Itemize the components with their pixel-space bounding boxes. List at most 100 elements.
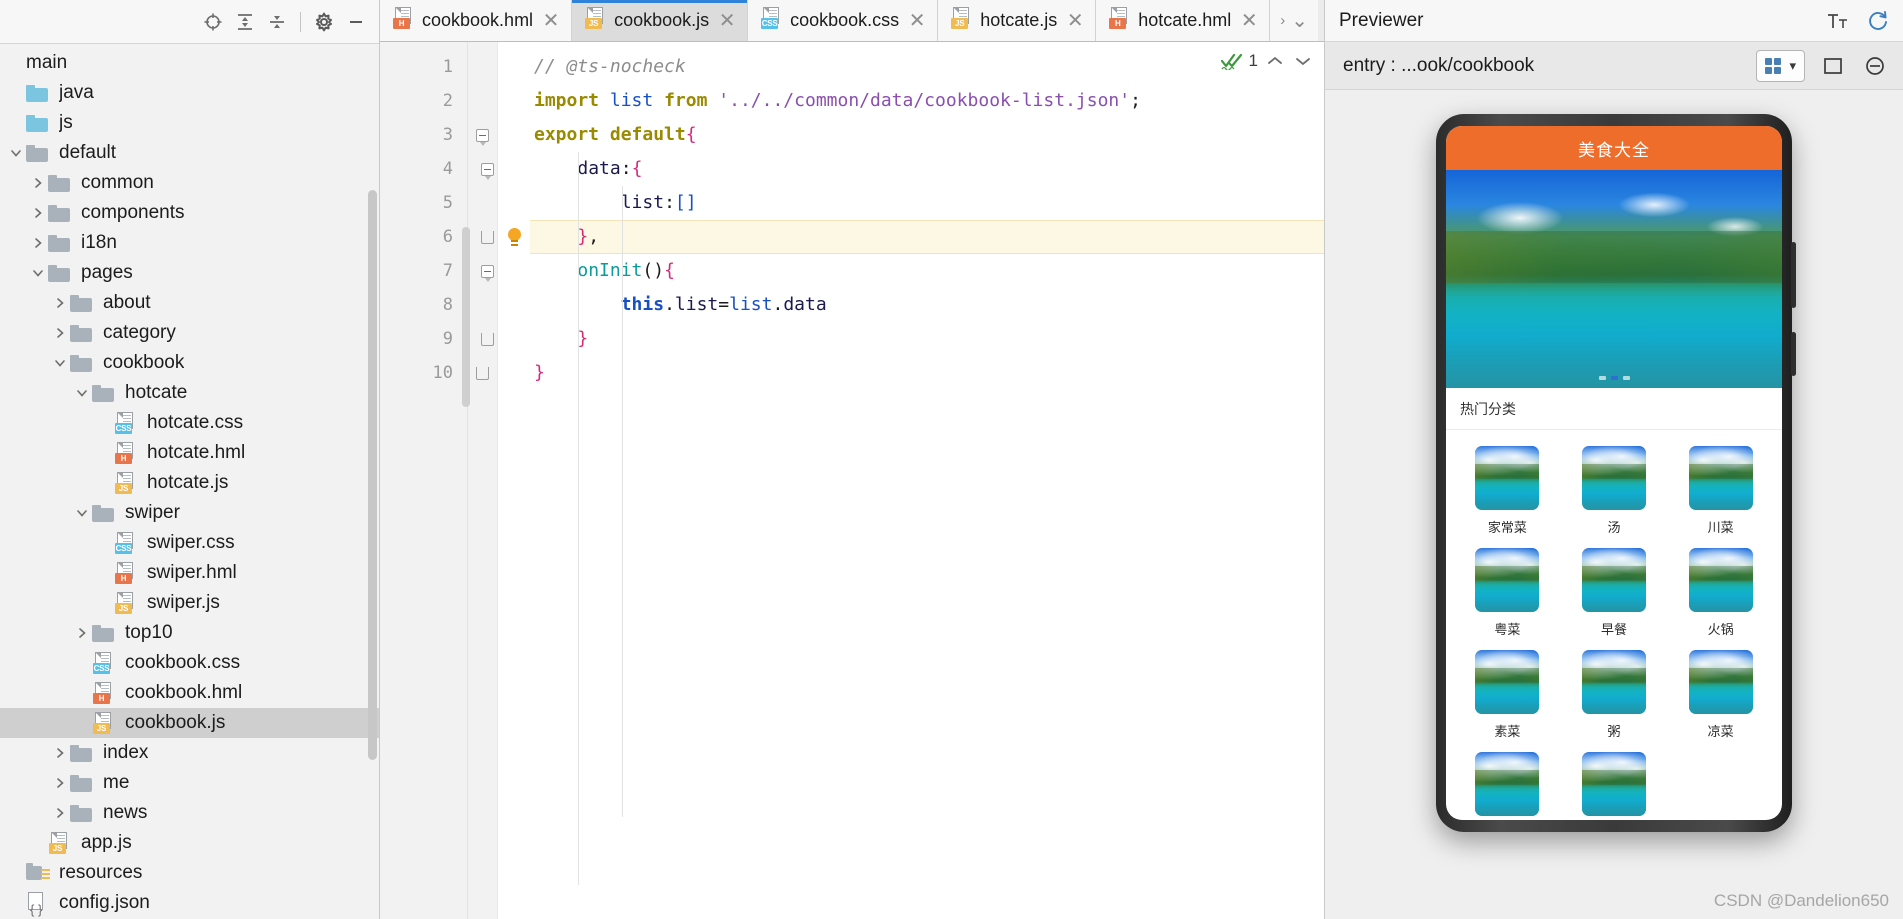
tree-item-cookbook-css[interactable]: CSS cookbook.css xyxy=(0,648,379,678)
code-line[interactable]: this.list=list.data xyxy=(530,288,1324,322)
tab-close-icon[interactable]: ✕ xyxy=(907,11,927,31)
tree-item-pages[interactable]: pages xyxy=(0,258,379,288)
category-item[interactable]: 凉菜 xyxy=(1667,644,1774,744)
tree-item-hotcate-hml[interactable]: Hhotcate.hml xyxy=(0,438,379,468)
tab-close-icon[interactable]: ✕ xyxy=(541,11,561,31)
code-folding-gutter[interactable] xyxy=(468,42,498,919)
tree-item-swiper[interactable]: swiper xyxy=(0,498,379,528)
tree-item-java[interactable]: java xyxy=(0,78,379,108)
chevron-down-icon[interactable] xyxy=(28,258,48,288)
tree-item-hotcate-js[interactable]: JS hotcate.js xyxy=(0,468,379,498)
fold-toggle-icon[interactable] xyxy=(481,264,494,282)
inspection-next-button[interactable] xyxy=(1292,50,1314,72)
category-item[interactable]: 汤 xyxy=(1561,440,1668,540)
code-line[interactable]: onInit(){ xyxy=(530,254,1324,288)
minimize-icon[interactable] xyxy=(341,7,371,37)
tree-item-main[interactable]: main xyxy=(0,48,379,78)
category-item[interactable]: 川菜 xyxy=(1667,440,1774,540)
fold-end-icon[interactable] xyxy=(476,366,489,380)
editor-tab-cookbook-css[interactable]: CSS cookbook.css ✕ xyxy=(748,0,939,41)
code-line[interactable]: import list from '../../common/data/cook… xyxy=(530,84,1324,118)
tree-item-cookbook-js[interactable]: JS cookbook.js xyxy=(0,708,379,738)
chevron-right-icon[interactable] xyxy=(28,198,48,228)
chevron-down-icon[interactable] xyxy=(6,138,26,168)
fold-end-icon[interactable] xyxy=(481,332,494,346)
chevron-down-icon[interactable] xyxy=(50,348,70,378)
chevron-down-icon[interactable]: ▾ xyxy=(1789,58,1796,74)
code-line[interactable]: } xyxy=(530,322,1324,356)
tree-item-js[interactable]: js xyxy=(0,108,379,138)
banner-swiper[interactable] xyxy=(1446,170,1782,388)
lightbulb-icon[interactable] xyxy=(507,227,522,247)
editor-scrollbar[interactable] xyxy=(462,227,470,407)
code-editor[interactable]: 1 2 3 4 5 6 7 8 9 10 // @ts-nocheck import list fr… xyxy=(380,42,1324,919)
inspection-prev-button[interactable] xyxy=(1264,50,1286,72)
chevron-right-icon[interactable] xyxy=(72,618,92,648)
code-line[interactable]: data:{ xyxy=(530,152,1324,186)
tab-overflow-chevron[interactable]: › xyxy=(1280,12,1285,29)
category-grid[interactable]: 家常菜 汤 川菜 粤菜 早餐 火锅 素菜 粥 凉菜 xyxy=(1446,430,1782,820)
gear-icon[interactable] xyxy=(309,7,339,37)
font-size-icon[interactable] xyxy=(1825,8,1851,34)
fit-screen-icon[interactable] xyxy=(1819,52,1847,80)
chevron-right-icon[interactable] xyxy=(50,288,70,318)
tab-close-icon[interactable]: ✕ xyxy=(1239,11,1259,31)
project-tree[interactable]: main java js default common components i18n pag… xyxy=(0,44,379,919)
tree-item-news[interactable]: news xyxy=(0,798,379,828)
chevron-right-icon[interactable] xyxy=(50,738,70,768)
category-item[interactable]: 家常菜 xyxy=(1454,440,1561,540)
intention-bulb-gutter[interactable] xyxy=(498,42,530,919)
editor-tab-cookbook-js[interactable]: JS cookbook.js ✕ xyxy=(572,0,749,41)
tree-item-me[interactable]: me xyxy=(0,768,379,798)
code-line[interactable]: export default{ xyxy=(530,118,1324,152)
refresh-icon[interactable] xyxy=(1865,8,1891,34)
swiper-dot[interactable] xyxy=(1622,376,1630,380)
chevron-down-icon[interactable] xyxy=(72,498,92,528)
tree-item-i18n[interactable]: i18n xyxy=(0,228,379,258)
category-item[interactable]: 早餐 xyxy=(1561,542,1668,642)
tree-item-cookbook[interactable]: cookbook xyxy=(0,348,379,378)
tree-item-cookbook-hml[interactable]: Hcookbook.hml xyxy=(0,678,379,708)
tree-item-about[interactable]: about xyxy=(0,288,379,318)
category-item[interactable] xyxy=(1454,746,1561,820)
fold-toggle-icon[interactable] xyxy=(481,162,494,180)
tab-list-dropdown-icon[interactable]: ⌄ xyxy=(1291,8,1308,33)
tree-item-resources[interactable]: resources xyxy=(0,858,379,888)
fold-end-icon[interactable] xyxy=(481,230,494,244)
code-line[interactable]: } xyxy=(530,356,1324,390)
chevron-right-icon[interactable] xyxy=(50,798,70,828)
category-item[interactable]: 粥 xyxy=(1561,644,1668,744)
category-item[interactable]: 素菜 xyxy=(1454,644,1561,744)
tree-item-swiper-js[interactable]: JS swiper.js xyxy=(0,588,379,618)
tree-scrollbar[interactable] xyxy=(368,190,377,760)
swiper-indicator[interactable] xyxy=(1446,376,1782,380)
swiper-dot[interactable] xyxy=(1598,376,1606,380)
tree-item-top10[interactable]: top10 xyxy=(0,618,379,648)
chevron-right-icon[interactable] xyxy=(28,228,48,258)
locate-icon[interactable] xyxy=(198,7,228,37)
tree-item-category[interactable]: category xyxy=(0,318,379,348)
category-item[interactable]: 火锅 xyxy=(1667,542,1774,642)
tab-overflow-controls[interactable]: › ⌄ xyxy=(1270,0,1319,41)
tree-item-swiper-hml[interactable]: Hswiper.hml xyxy=(0,558,379,588)
tree-item-common[interactable]: common xyxy=(0,168,379,198)
chevron-right-icon[interactable] xyxy=(50,318,70,348)
device-select[interactable]: ▾ xyxy=(1756,49,1805,82)
editor-tab-hotcate-hml[interactable]: Hhotcate.hml ✕ xyxy=(1096,0,1271,41)
tree-item-index[interactable]: index xyxy=(0,738,379,768)
tree-item-config-json[interactable]: { } config.json xyxy=(0,888,379,918)
chevron-right-icon[interactable] xyxy=(50,768,70,798)
zoom-out-icon[interactable] xyxy=(1861,52,1889,80)
swiper-dot[interactable] xyxy=(1610,376,1618,380)
device-screen[interactable]: 美食大全 热门分类 家常菜 汤 川菜 粤菜 早餐 火锅 素菜 粥 凉菜 xyxy=(1446,126,1782,820)
code-content[interactable]: // @ts-nocheck import list from '../../co… xyxy=(530,42,1324,919)
editor-tab-cookbook-hml[interactable]: Hcookbook.hml ✕ xyxy=(380,0,573,41)
editor-tab-hotcate-js[interactable]: JS hotcate.js ✕ xyxy=(938,0,1097,41)
inspection-widget[interactable]: 1 xyxy=(1220,50,1314,72)
tree-item-components[interactable]: components xyxy=(0,198,379,228)
code-line[interactable]: list:[] xyxy=(530,186,1324,220)
tab-close-icon[interactable]: ✕ xyxy=(1065,11,1085,31)
tree-item-hotcate-css[interactable]: CSS hotcate.css xyxy=(0,408,379,438)
category-item[interactable] xyxy=(1561,746,1668,820)
tree-item-swiper-css[interactable]: CSS swiper.css xyxy=(0,528,379,558)
